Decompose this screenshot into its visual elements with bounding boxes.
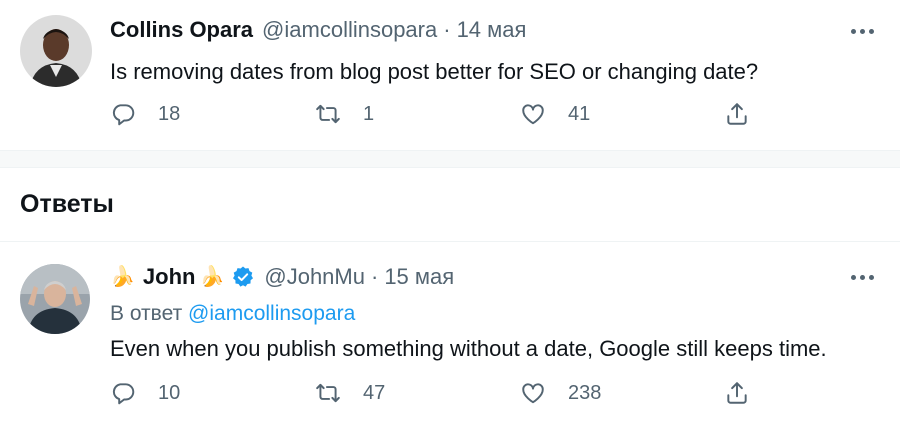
tweet-text: Even when you publish something without … — [110, 336, 827, 361]
heart-icon — [522, 383, 544, 404]
reply-to-label: В ответ — [110, 302, 183, 325]
tweet-text: Is removing dates from blog post better … — [110, 59, 759, 84]
reply-to-handle-link[interactable]: @iamcollinsopara — [188, 302, 355, 325]
avatar-photo — [20, 264, 90, 334]
avatar-photo — [20, 15, 92, 87]
verified-badge-icon — [233, 266, 254, 287]
author-handle[interactable]: @JohnMu — [264, 264, 365, 290]
more-icon[interactable] — [851, 29, 874, 34]
author-handle[interactable]: @iamcollinsopara — [262, 17, 437, 43]
reply-button[interactable]: 18 — [110, 101, 180, 127]
share-button[interactable] — [724, 380, 750, 406]
original-tweet[interactable]: Collins Opara @iamcollinsopara · 14 мая … — [0, 0, 900, 150]
author-name[interactable]: John — [143, 264, 196, 290]
reply-icon — [112, 104, 135, 126]
reply-count: 10 — [158, 381, 181, 404]
replies-heading: Ответы — [20, 190, 114, 218]
retweet-button[interactable]: 47 — [315, 380, 385, 406]
reply-count: 18 — [158, 102, 181, 125]
retweet-icon — [316, 383, 340, 403]
tweet-date[interactable]: 14 мая — [457, 17, 527, 43]
banana-emoji: 🍌 — [110, 266, 135, 288]
share-button[interactable] — [724, 101, 750, 127]
tweet-actions: 18 1 41 — [110, 101, 770, 131]
tweet-date[interactable]: 15 мая — [384, 264, 454, 290]
banana-emoji: 🍌 — [199, 266, 225, 288]
reply-to-line: В ответ @iamcollinsopara — [110, 302, 355, 326]
section-divider — [0, 150, 900, 168]
share-icon — [727, 103, 747, 125]
separator-dot: · — [443, 17, 451, 42]
retweet-count: 1 — [363, 102, 375, 125]
heart-icon — [522, 104, 544, 125]
retweet-button[interactable]: 1 — [315, 101, 374, 127]
reply-tweet[interactable]: 🍌 John 🍌 @JohnMu · 15 мая В ответ @iamco… — [0, 242, 900, 425]
separator-dot: · — [370, 264, 379, 289]
reply-button[interactable]: 10 — [110, 380, 180, 406]
retweet-icon — [316, 104, 340, 124]
more-icon[interactable] — [851, 275, 874, 280]
author-name[interactable]: Collins Opara — [110, 17, 253, 43]
avatar[interactable] — [20, 15, 92, 87]
tweet-header: 🍌 John 🍌 @JohnMu · 15 мая — [110, 264, 454, 290]
tweet-header: Collins Opara @iamcollinsopara · 14 мая — [110, 17, 526, 43]
share-icon — [727, 382, 747, 404]
avatar[interactable] — [20, 264, 90, 334]
like-button[interactable]: 41 — [520, 101, 590, 127]
like-count: 238 — [568, 381, 602, 404]
retweet-count: 47 — [363, 381, 386, 404]
reply-icon — [112, 383, 135, 405]
like-button[interactable]: 238 — [520, 380, 601, 406]
tweet-actions: 10 47 238 — [110, 380, 770, 410]
like-count: 41 — [568, 102, 591, 125]
